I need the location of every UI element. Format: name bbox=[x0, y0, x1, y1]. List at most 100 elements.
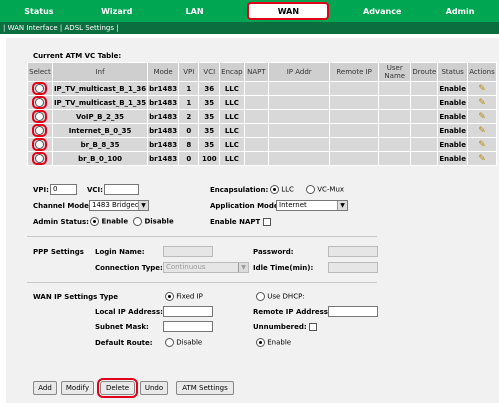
cell-mode: br1483 bbox=[147, 137, 180, 152]
cell-encap: LLC bbox=[219, 137, 245, 152]
row-select[interactable] bbox=[27, 109, 53, 124]
row-select[interactable] bbox=[27, 95, 53, 110]
connection-type-select[interactable]: Continuous ▼ bbox=[163, 262, 249, 273]
atm-settings-button[interactable]: ATM Settings bbox=[176, 381, 234, 395]
vci-input[interactable] bbox=[104, 184, 139, 195]
cell-encap: LLC bbox=[219, 151, 245, 166]
password-input[interactable] bbox=[328, 246, 378, 257]
col-ipaddr: IP Addr bbox=[268, 62, 331, 82]
cell-actions[interactable]: ✎ bbox=[466, 81, 498, 96]
cell-inf: br_B_0_100 bbox=[51, 151, 149, 166]
ppp-section-label: PPP Settings bbox=[33, 248, 84, 256]
local-ip-input[interactable] bbox=[163, 306, 213, 317]
remote-ip-label: Remote IP Address: bbox=[253, 308, 331, 316]
top-nav: Status Wizard LAN WAN Advance Admin bbox=[0, 0, 499, 22]
enable-napt-checkbox[interactable] bbox=[263, 218, 271, 226]
tab-lan[interactable]: LAN bbox=[156, 0, 234, 22]
tab-status[interactable]: Status bbox=[0, 0, 78, 22]
cell-vci: 35 bbox=[198, 123, 221, 138]
admin-status-label: Admin Status: bbox=[33, 218, 89, 226]
row-select[interactable] bbox=[27, 137, 53, 152]
encap-llc-option[interactable]: LLC bbox=[270, 185, 294, 194]
vpi-input[interactable]: 0 bbox=[50, 184, 77, 195]
undo-button[interactable]: Undo bbox=[140, 381, 168, 395]
edit-pencil-icon[interactable]: ✎ bbox=[478, 140, 486, 150]
cell-inf: VoIP_B_2_35 bbox=[51, 109, 149, 124]
admin-enable-radio[interactable] bbox=[90, 217, 99, 226]
col-select: Select bbox=[27, 62, 53, 82]
tab-advance[interactable]: Advance bbox=[343, 0, 421, 22]
cell-inf: IP_TV_multicast_B_1_35 bbox=[51, 95, 149, 110]
encap-vcmux-option[interactable]: VC-Mux bbox=[306, 185, 344, 194]
login-name-input[interactable] bbox=[163, 246, 213, 257]
cell-mode: br1483 bbox=[147, 81, 180, 96]
unnumbered-checkbox[interactable] bbox=[309, 323, 317, 331]
select-radio[interactable] bbox=[35, 98, 45, 107]
table-row: IP_TV_multicast_B_1_35 br1483 1 35 LLC E… bbox=[27, 95, 498, 110]
tab-wan[interactable]: WAN bbox=[247, 2, 330, 20]
idle-time-input[interactable] bbox=[328, 262, 378, 273]
col-encap: Encap bbox=[219, 62, 245, 82]
select-radio[interactable] bbox=[35, 112, 45, 121]
select-radio[interactable] bbox=[35, 126, 45, 135]
cell-actions[interactable]: ✎ bbox=[466, 151, 498, 166]
cell-vpi: 8 bbox=[178, 137, 200, 152]
app-mode-select[interactable]: Internet ▼ bbox=[276, 200, 348, 211]
cell-mode: br1483 bbox=[147, 151, 180, 166]
subnet-mask-input[interactable] bbox=[163, 321, 213, 332]
chevron-down-icon: ▼ bbox=[138, 201, 148, 210]
remote-ip-input[interactable] bbox=[328, 306, 378, 317]
delete-button[interactable]: Delete bbox=[97, 378, 138, 398]
enable-napt-label: Enable NAPT bbox=[210, 218, 261, 226]
admin-enable-option[interactable]: Enable bbox=[90, 217, 128, 226]
cell-status: Enable bbox=[437, 95, 468, 110]
cell-actions[interactable]: ✎ bbox=[466, 123, 498, 138]
tab-admin[interactable]: Admin bbox=[421, 0, 499, 22]
row-select[interactable] bbox=[27, 81, 53, 96]
sub-nav[interactable]: | WAN Interface | ADSL Settings | bbox=[0, 22, 499, 34]
cell-actions[interactable]: ✎ bbox=[466, 137, 498, 152]
admin-disable-option[interactable]: Disable bbox=[133, 217, 174, 226]
encap-vcmux-radio[interactable] bbox=[306, 185, 315, 194]
edit-pencil-icon[interactable]: ✎ bbox=[478, 98, 486, 108]
cell-inf: br_B_8_35 bbox=[51, 137, 149, 152]
table-row: IP_TV_multicast_B_1_36 br1483 1 36 LLC E… bbox=[27, 81, 498, 96]
route-disable-option[interactable]: Disable bbox=[165, 338, 202, 347]
select-radio[interactable] bbox=[35, 154, 45, 163]
fixed-ip-option[interactable]: Fixed IP bbox=[165, 292, 203, 301]
local-ip-label: Local IP Address: bbox=[95, 308, 163, 316]
cell-vci: 35 bbox=[198, 109, 221, 124]
row-select[interactable] bbox=[27, 151, 53, 166]
cell-encap: LLC bbox=[219, 123, 245, 138]
use-dhcp-radio[interactable] bbox=[256, 292, 265, 301]
encap-llc-radio[interactable] bbox=[270, 185, 279, 194]
cell-inf: Internet_B_0_35 bbox=[51, 123, 149, 138]
add-button[interactable]: Add bbox=[33, 381, 57, 395]
route-enable-option[interactable]: Enable bbox=[256, 338, 291, 347]
admin-disable-radio[interactable] bbox=[133, 217, 142, 226]
cell-vci: 100 bbox=[198, 151, 221, 166]
edit-pencil-icon[interactable]: ✎ bbox=[478, 154, 486, 164]
cell-encap: LLC bbox=[219, 109, 245, 124]
row-select[interactable] bbox=[27, 123, 53, 138]
edit-pencil-icon[interactable]: ✎ bbox=[478, 84, 486, 94]
channel-mode-select[interactable]: 1483 Bridged ▼ bbox=[89, 200, 149, 211]
route-enable-radio[interactable] bbox=[256, 338, 265, 347]
tab-wizard[interactable]: Wizard bbox=[78, 0, 156, 22]
edit-pencil-icon[interactable]: ✎ bbox=[478, 112, 486, 122]
col-napt: NAPT bbox=[243, 62, 270, 82]
fixed-ip-radio[interactable] bbox=[165, 292, 174, 301]
cell-actions[interactable]: ✎ bbox=[466, 109, 498, 124]
cell-vpi: 1 bbox=[178, 81, 200, 96]
cell-vci: 35 bbox=[198, 95, 221, 110]
edit-pencil-icon[interactable]: ✎ bbox=[478, 126, 486, 136]
cell-inf: IP_TV_multicast_B_1_36 bbox=[51, 81, 149, 96]
select-radio[interactable] bbox=[35, 140, 45, 149]
cell-mode: br1483 bbox=[147, 109, 180, 124]
cell-actions[interactable]: ✎ bbox=[466, 95, 498, 110]
route-disable-radio[interactable] bbox=[165, 338, 174, 347]
select-radio[interactable] bbox=[35, 84, 45, 93]
modify-button[interactable]: Modify bbox=[61, 381, 94, 395]
use-dhcp-option[interactable]: Use DHCP: bbox=[256, 292, 305, 301]
unnumbered-label: Unnumbered: bbox=[253, 323, 307, 331]
